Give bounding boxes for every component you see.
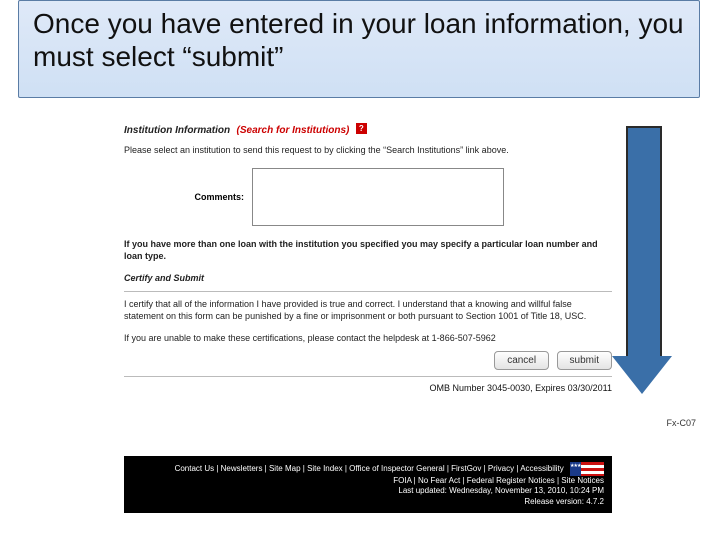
footer-updated: Last updated: Wednesday, November 13, 20… [132, 486, 604, 496]
section-header: Institution Information (Search for Inst… [124, 120, 612, 138]
section-title: Institution Information [124, 125, 230, 136]
footer-links-2[interactable]: FOIA | No Fear Act | Federal Register No… [132, 476, 604, 486]
multi-loan-note: If you have more than one loan with the … [124, 238, 612, 262]
search-institutions-link[interactable]: (Search for Institutions) [237, 125, 350, 136]
help-icon[interactable]: ? [356, 123, 367, 134]
button-row: cancel submit [124, 350, 612, 370]
divider-2 [124, 376, 612, 377]
omb-number: OMB Number 3045-0030, Expires 03/30/2011 [124, 383, 612, 393]
banner-text: Once you have entered in your loan infor… [33, 7, 685, 73]
submit-button[interactable]: submit [557, 351, 612, 370]
comments-row: Comments: [124, 168, 612, 226]
divider [124, 291, 612, 292]
page-footer: Contact Us | Newsletters | Site Map | Si… [124, 456, 612, 513]
footer-links[interactable]: Contact Us | Newsletters | Site Map | Si… [175, 464, 564, 473]
instruction-text: Please select an institution to send thi… [124, 144, 612, 156]
callout-arrow-icon [614, 126, 670, 396]
usa-flag-icon [570, 462, 604, 476]
form-area: Institution Information (Search for Inst… [124, 120, 612, 393]
certify-text: I certify that all of the information I … [124, 298, 612, 322]
comments-label: Comments: [124, 192, 252, 202]
cancel-button[interactable]: cancel [494, 351, 549, 370]
instruction-banner: Once you have entered in your loan infor… [18, 0, 700, 98]
form-code: Fx-C07 [666, 418, 696, 428]
footer-release: Release version: 4.7.2 [132, 497, 604, 507]
helpdesk-text: If you are unable to make these certific… [124, 332, 612, 344]
certify-title: Certify and Submit [124, 272, 612, 284]
comments-input[interactable] [252, 168, 504, 226]
